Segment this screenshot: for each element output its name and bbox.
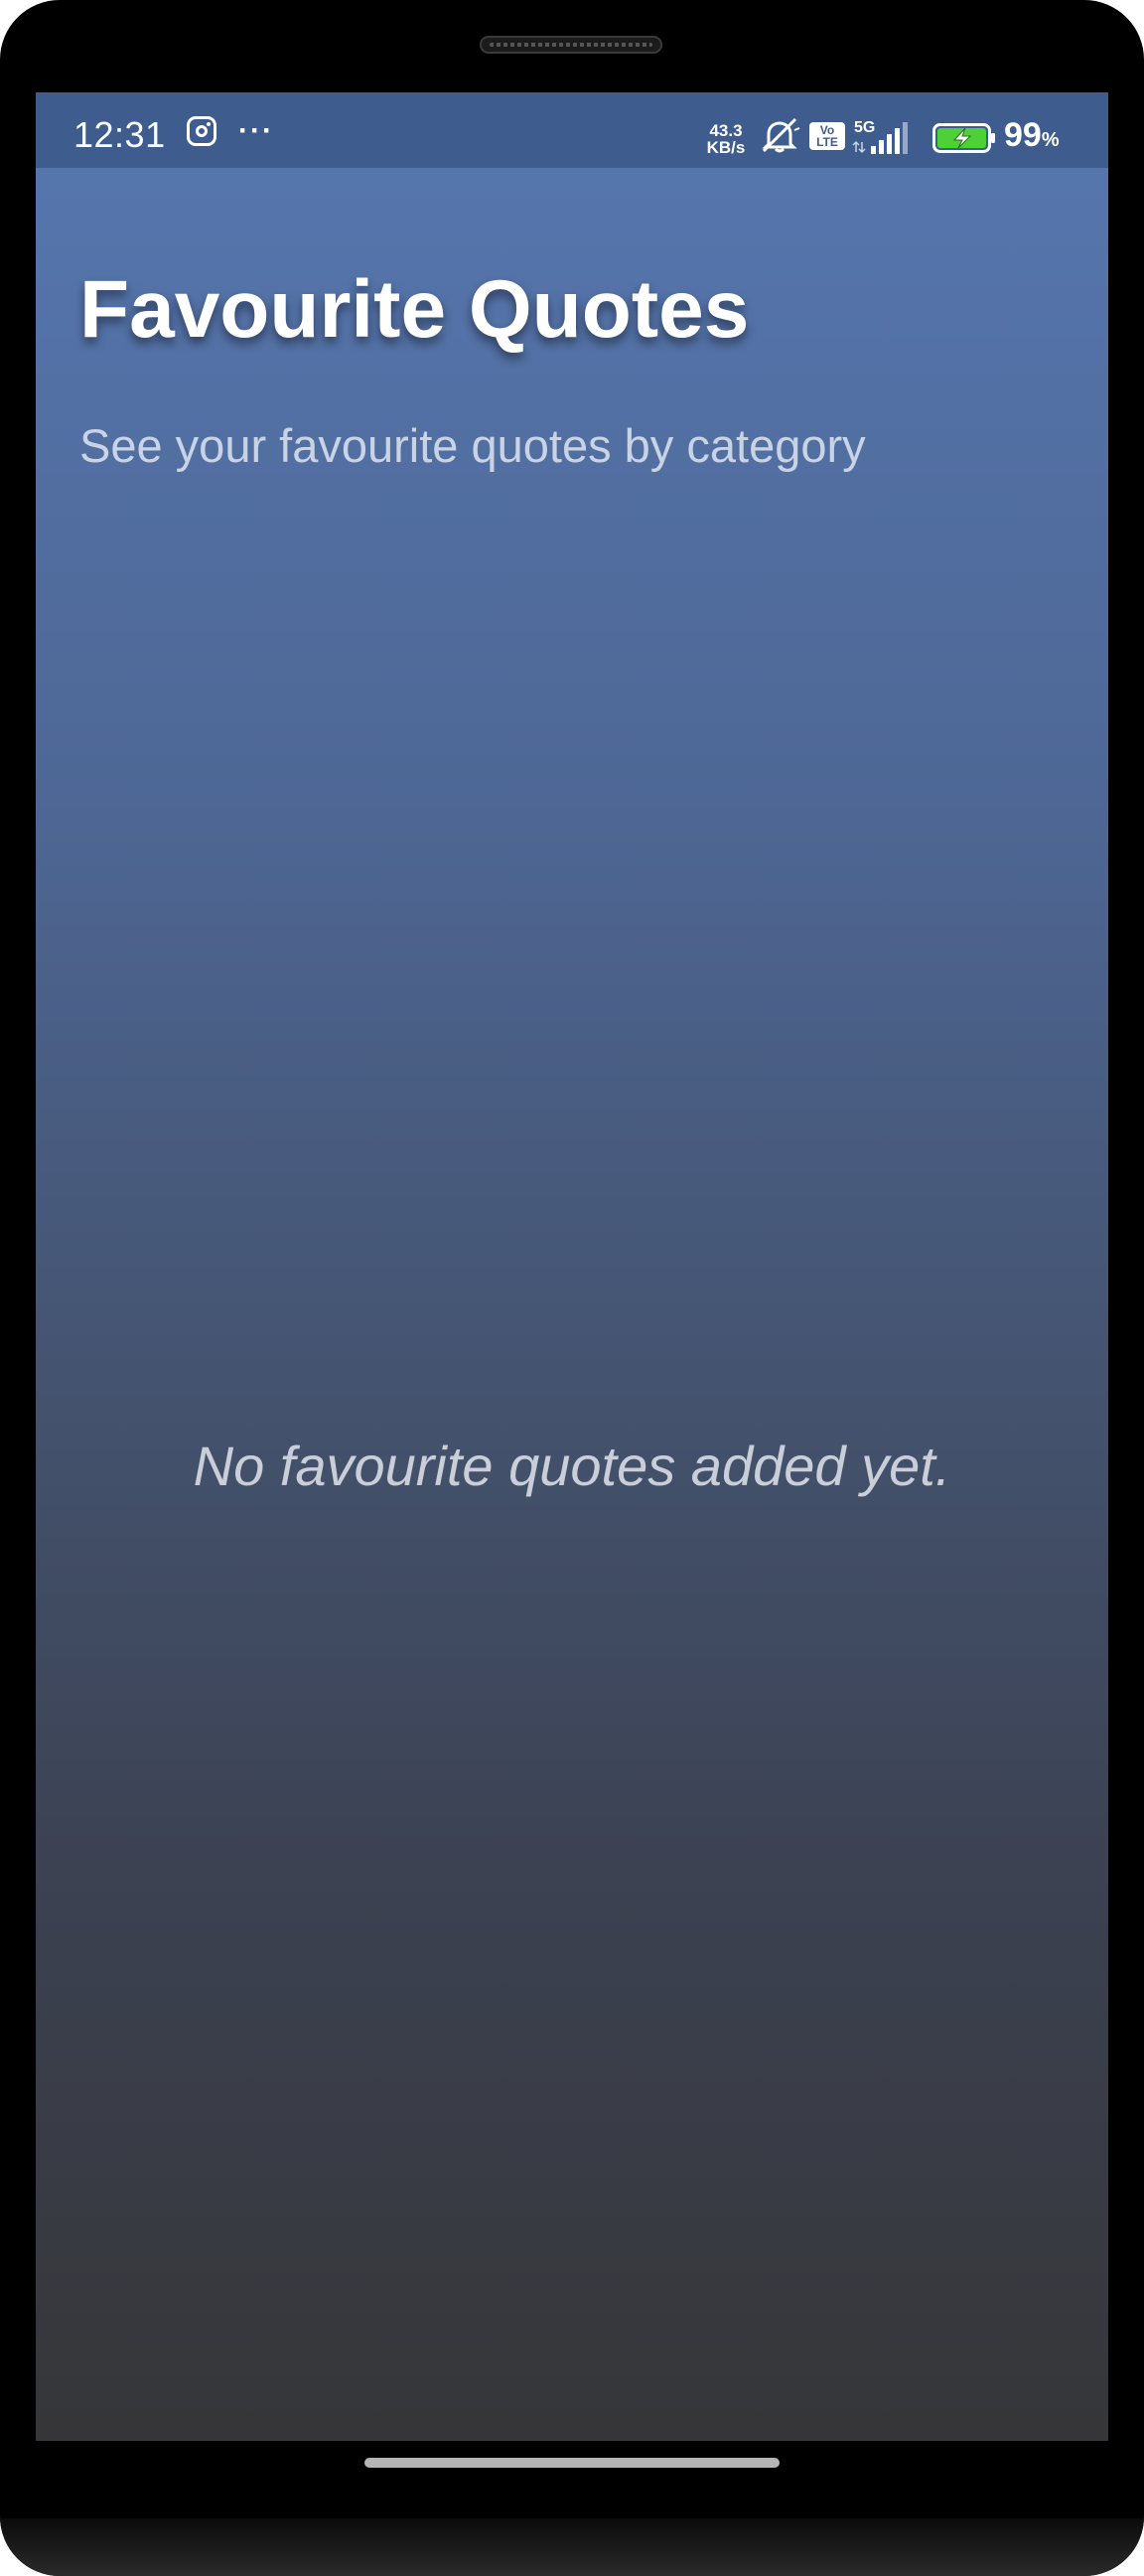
- battery-percent-value: 99: [1004, 116, 1042, 154]
- earpiece-speaker: [480, 36, 662, 54]
- network-speed-unit: KB/s: [706, 138, 746, 157]
- signal-icon: 5G: [852, 119, 908, 154]
- battery-percentage: 99%: [1004, 116, 1060, 155]
- more-dots-icon: ···: [238, 114, 274, 147]
- network-speed-value: 43.3: [709, 121, 743, 140]
- phone-bottom-bezel: [0, 2518, 1144, 2576]
- network-speed: 43.3 KB/s: [701, 122, 751, 156]
- page-title: Favourite Quotes: [79, 264, 750, 355]
- instagram-icon: [187, 116, 216, 146]
- app-screen: 12:31 ··· 43.3 KB/s Vo LTE 5G 99% Favour…: [36, 92, 1108, 2441]
- empty-state-message: No favourite quotes added yet.: [193, 1435, 951, 1497]
- battery-charging-icon: [932, 123, 995, 153]
- phone-frame: 12:31 ··· 43.3 KB/s Vo LTE 5G 99% Favour…: [0, 0, 1144, 2576]
- mute-icon: [762, 117, 800, 153]
- battery-percent-sign: %: [1041, 129, 1060, 151]
- status-time: 12:31: [73, 114, 166, 155]
- page-subtitle: See your favourite quotes by category: [79, 419, 866, 472]
- volte-bottom-label: LTE: [816, 135, 838, 149]
- home-indicator[interactable]: [364, 2458, 780, 2468]
- network-type-label: 5G: [854, 119, 875, 136]
- volte-icon: Vo LTE: [809, 122, 845, 150]
- status-bar: 12:31 ··· 43.3 KB/s Vo LTE 5G 99%: [36, 92, 1108, 168]
